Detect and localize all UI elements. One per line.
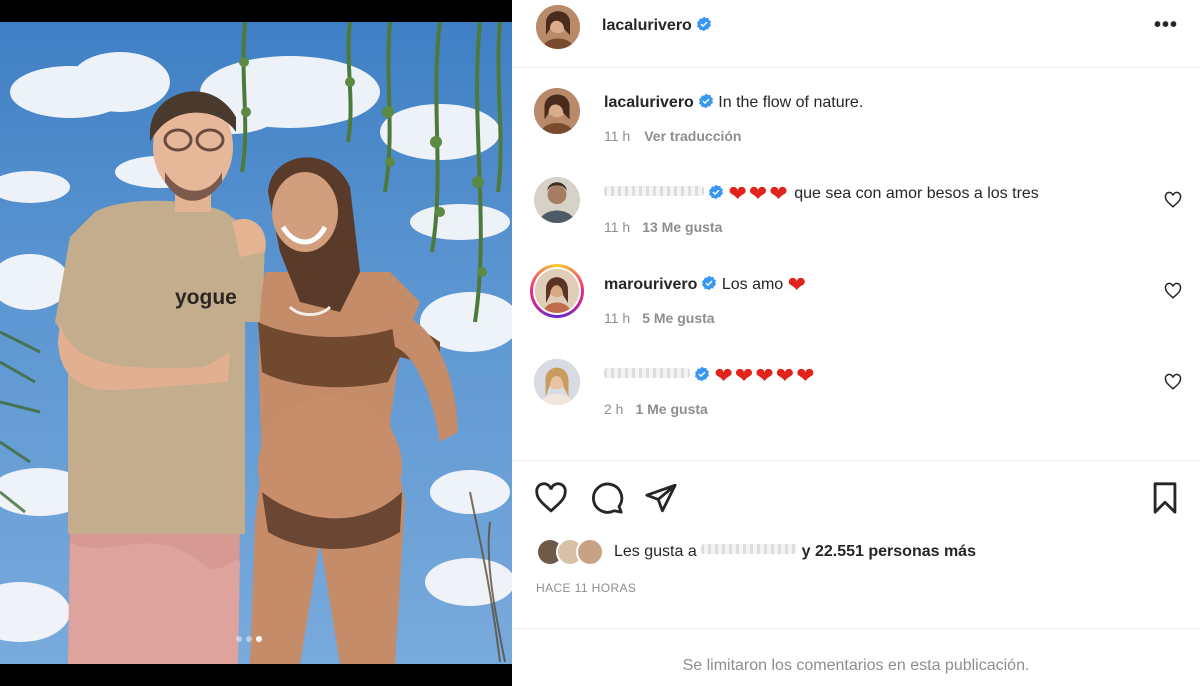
shirt-print-text: yogue [175, 286, 237, 309]
comment-like-count[interactable]: 13 Me gusta [642, 219, 722, 235]
comment-time[interactable]: 2 h [604, 401, 623, 417]
comment-body: Los amo [721, 276, 784, 293]
caption-time[interactable]: 11 h [604, 128, 630, 144]
commenter-username-blurred[interactable] [604, 186, 704, 196]
verified-badge-icon [702, 275, 717, 291]
post-media: yogue [0, 0, 512, 686]
bookmark-icon[interactable] [1148, 481, 1182, 515]
commenter-username[interactable]: marourivero [604, 276, 697, 293]
post-header: lacalurivero ••• [512, 0, 1200, 68]
share-icon[interactable] [644, 481, 678, 515]
post-sidebar: lacalurivero ••• lacalurivero In the flo… [512, 0, 1200, 686]
verified-badge-icon [709, 184, 723, 200]
comment-text: marourivero Los amo ❤ [604, 272, 808, 298]
comment-like-count[interactable]: 5 Me gusta [642, 310, 714, 326]
story-ring-inner [533, 267, 581, 315]
comments-limited-text: Se limitaron los comentarios en esta pub… [682, 657, 1030, 674]
comment-meta: 11 h 5 Me gusta [604, 310, 715, 326]
heart-emojis: ❤ [787, 272, 809, 297]
comment-meta: 2 h 1 Me gusta [604, 401, 708, 417]
heart-outline-icon[interactable] [1164, 373, 1182, 391]
post-actions-bar [512, 460, 1200, 530]
comment-time[interactable]: 11 h [604, 310, 630, 326]
liker-username-blurred[interactable] [701, 544, 798, 554]
comment-text: ❤❤❤❤❤ [604, 363, 817, 389]
liker-avatar[interactable] [576, 538, 604, 566]
author-name-text[interactable]: lacalurivero [602, 17, 692, 34]
heart-emojis: ❤❤❤ [728, 181, 790, 206]
likes-prefix: Les gusta a [614, 543, 697, 560]
comment-meta: 11 h 13 Me gusta [604, 219, 722, 235]
author-username[interactable]: lacalurivero [602, 16, 712, 35]
comment-time[interactable]: 11 h [604, 219, 630, 235]
post-timestamp[interactable]: HACE 11 HORAS [536, 581, 636, 595]
carousel-dot [236, 636, 242, 642]
likes-text[interactable]: Les gusta a y 22.551 personas más [614, 543, 976, 561]
comments-list: lacalurivero In the flow of nature. 11 h… [512, 69, 1200, 459]
heart-outline-icon[interactable] [1164, 282, 1182, 300]
author-avatar[interactable] [536, 5, 580, 49]
caption-text: lacalurivero In the flow of nature. [604, 93, 863, 112]
likes-count[interactable]: y 22.551 personas más [802, 543, 976, 560]
more-options-icon[interactable]: ••• [1154, 14, 1178, 37]
post-photo[interactable]: yogue [0, 22, 512, 664]
heart-outline-icon[interactable] [1164, 191, 1182, 209]
commenter-username-blurred[interactable] [604, 368, 690, 378]
heart-outline-icon[interactable] [534, 481, 568, 515]
comment-icon[interactable] [590, 481, 624, 515]
commenter-avatar[interactable] [534, 177, 580, 223]
verified-badge-icon [695, 366, 709, 382]
commenter-avatar [535, 269, 579, 313]
comment-like-count[interactable]: 1 Me gusta [635, 401, 707, 417]
comment-body: que sea con amor besos a los tres [794, 185, 1039, 202]
carousel-indicator [236, 636, 262, 642]
verified-badge-icon [698, 93, 713, 109]
translate-button[interactable]: Ver traducción [644, 128, 741, 144]
commenter-avatar[interactable] [534, 359, 580, 405]
carousel-dot-active [256, 636, 262, 642]
author-avatar[interactable] [534, 88, 580, 134]
caption-username[interactable]: lacalurivero [604, 94, 694, 111]
verified-badge-icon [696, 16, 711, 32]
heart-emojis: ❤❤❤❤❤ [714, 363, 817, 388]
caption-body: In the flow of nature. [718, 94, 864, 111]
liker-avatars [536, 538, 606, 566]
caption-meta: 11 h Ver traducción [604, 128, 741, 144]
carousel-dot [246, 636, 252, 642]
story-ring-avatar[interactable] [530, 264, 584, 318]
comment-text: ❤❤❤ que sea con amor besos a los tres [604, 181, 1039, 207]
comments-limited-bar: Se limitaron los comentarios en esta pub… [512, 628, 1200, 686]
